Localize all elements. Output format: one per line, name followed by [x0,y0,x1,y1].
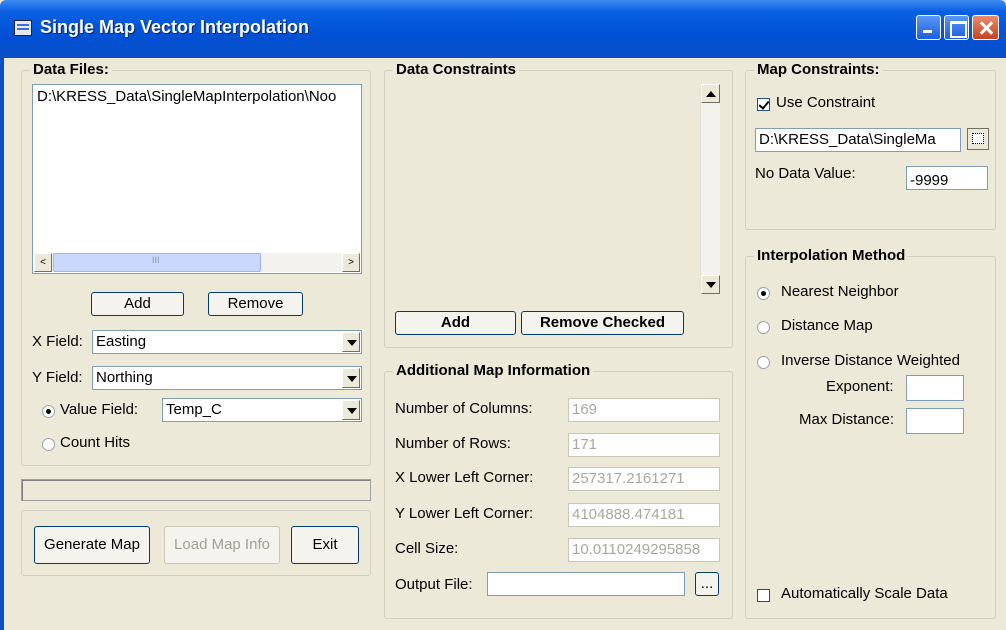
output-file-field[interactable] [487,572,685,596]
y-field-value: Northing [96,369,153,386]
window-border [0,58,4,630]
y-field-label: Y Field: [32,369,83,386]
y-lower-left-label: Y Lower Left Corner: [395,505,534,522]
chevron-down-icon[interactable] [342,368,360,388]
value-field-label[interactable]: Value Field: [60,401,138,418]
no-data-value-label: No Data Value: [755,165,856,182]
x-field-value: Easting [96,333,147,350]
scroll-left-button[interactable]: < [34,253,52,272]
title-bar[interactable]: Single Map Vector Interpolation [0,0,1006,58]
scroll-right-button[interactable]: > [342,253,360,272]
use-constraint-label[interactable]: Use Constraint [776,94,875,111]
value-field-value: Temp_C [166,401,222,418]
interpolation-method-legend: Interpolation Method [754,247,909,264]
count-hits-radio[interactable] [42,438,55,451]
num-columns-label: Number of Columns: [395,400,533,417]
x-lower-left-field: 257317.2161271 [568,467,720,491]
scroll-up-icon[interactable] [701,84,720,103]
value-field-select[interactable]: Temp_C [162,398,362,422]
nearest-neighbor-label[interactable]: Nearest Neighbor [781,283,899,300]
chevron-down-icon[interactable] [342,332,360,352]
generate-map-button[interactable]: Generate Map [34,526,150,564]
data-constraints-scrollbar[interactable] [700,84,720,294]
idw-radio[interactable] [757,356,770,369]
exit-button[interactable]: Exit [291,526,359,564]
distance-map-radio[interactable] [757,321,770,334]
cell-size-label: Cell Size: [395,540,459,557]
x-field-label: X Field: [32,333,83,350]
add-file-button[interactable]: Add [91,292,184,316]
data-constraints-legend: Data Constraints [393,61,520,78]
load-map-info-button: Load Map Info [164,526,280,564]
constraint-path-field[interactable]: D:\KRESS_Data\SingleMa [755,128,961,152]
app-icon [14,20,32,36]
nearest-neighbor-radio[interactable] [757,287,770,300]
exponent-label: Exponent: [826,378,894,395]
maximize-button[interactable] [944,15,969,40]
browse-constraint-button[interactable] [967,128,989,150]
y-field-select[interactable]: Northing [92,366,362,390]
use-constraint-checkbox[interactable] [757,98,770,111]
output-file-label: Output File: [395,576,473,593]
scroll-grip-icon: III [152,255,160,265]
count-hits-label[interactable]: Count Hits [60,434,130,451]
data-constraints-group: Data Constraints [384,61,733,348]
data-files-legend: Data Files: [30,61,112,78]
max-distance-label: Max Distance: [799,411,895,428]
additional-map-info-legend: Additional Map Information [393,362,594,379]
value-field-radio[interactable] [42,405,55,418]
remove-checked-button[interactable]: Remove Checked [521,311,684,335]
map-constraints-legend: Map Constraints: [754,61,883,78]
num-columns-field: 169 [568,398,720,422]
window-title: Single Map Vector Interpolation [40,17,310,37]
cell-size-field: 10.0110249295858 [568,538,720,562]
max-distance-field[interactable] [906,408,964,434]
num-rows-label: Number of Rows: [395,435,511,452]
x-field-select[interactable]: Easting [92,330,362,354]
horizontal-scrollbar[interactable]: < III > [34,253,360,272]
distance-map-label[interactable]: Distance Map [781,317,873,334]
chevron-down-icon[interactable] [342,400,360,420]
num-rows-field: 171 [568,433,720,457]
y-lower-left-field: 4104888.474181 [568,503,720,527]
scroll-thumb[interactable]: III [53,253,261,272]
minimize-button[interactable] [916,15,941,40]
folder-icon [972,133,984,144]
x-lower-left-label: X Lower Left Corner: [395,469,534,486]
add-constraint-button[interactable]: Add [395,311,516,335]
close-button[interactable] [972,15,999,40]
list-item[interactable]: D:\KRESS_Data\SingleMapInterpolation\Noo [37,88,336,105]
scroll-down-icon[interactable] [701,275,720,294]
exponent-field[interactable] [906,375,964,401]
main-window: Single Map Vector Interpolation Data Fil… [0,0,1006,630]
auto-scale-label[interactable]: Automatically Scale Data [781,585,948,602]
browse-output-button[interactable]: ... [695,572,719,596]
idw-label[interactable]: Inverse Distance Weighted [781,352,960,369]
data-files-list[interactable]: D:\KRESS_Data\SingleMapInterpolation\Noo… [32,84,362,274]
no-data-value-field[interactable]: -9999 [906,166,988,190]
interpolation-method-group: Interpolation Method [745,247,996,619]
progress-bar [21,479,371,501]
auto-scale-checkbox[interactable] [757,589,770,602]
remove-file-button[interactable]: Remove [208,292,303,316]
